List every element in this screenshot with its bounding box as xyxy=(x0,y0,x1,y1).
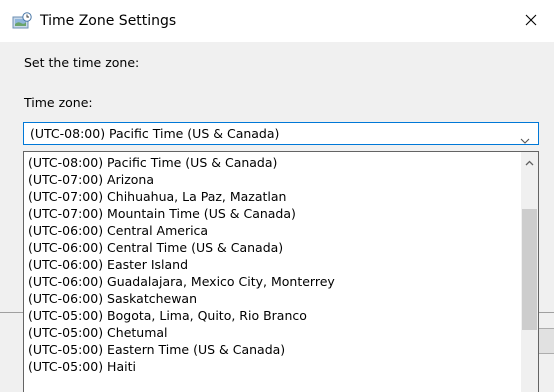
chevron-down-icon xyxy=(520,130,530,144)
timezone-option[interactable]: (UTC-06:00) Saskatchewan xyxy=(28,290,197,307)
timezone-selected-value: (UTC-08:00) Pacific Time (US & Canada) xyxy=(30,126,280,141)
window-title: Time Zone Settings xyxy=(40,13,177,29)
timezone-dropdown[interactable]: (UTC-08:00) Pacific Time (US & Canada) xyxy=(23,122,539,145)
timezone-option[interactable]: (UTC-05:00) Bogota, Lima, Quito, Rio Bra… xyxy=(28,307,307,324)
close-button[interactable] xyxy=(508,0,554,40)
globe-clock-icon xyxy=(12,12,32,30)
instruction-text: Set the time zone: xyxy=(24,55,140,70)
underlying-separator xyxy=(0,312,24,313)
timezone-label: Time zone: xyxy=(24,95,93,110)
timezone-option[interactable]: (UTC-08:00) Pacific Time (US & Canada) xyxy=(28,154,277,171)
timezone-option[interactable]: (UTC-06:00) Easter Island xyxy=(28,256,188,273)
timezone-option[interactable]: (UTC-07:00) Arizona xyxy=(28,171,154,188)
timezone-option[interactable]: (UTC-05:00) Haiti xyxy=(28,358,136,375)
title-bar: Time Zone Settings xyxy=(0,0,554,42)
timezone-option[interactable]: (UTC-05:00) Chetumal xyxy=(28,324,168,341)
timezone-option[interactable]: (UTC-06:00) Guadalajara, Mexico City, Mo… xyxy=(28,273,335,290)
options-scrollbar[interactable] xyxy=(521,152,538,392)
chevron-up-icon xyxy=(525,152,534,170)
close-icon xyxy=(525,11,537,30)
timezone-option[interactable]: (UTC-07:00) Mountain Time (US & Canada) xyxy=(28,205,296,222)
timezone-option[interactable]: (UTC-06:00) Central Time (US & Canada) xyxy=(28,239,283,256)
scroll-thumb[interactable] xyxy=(522,209,537,330)
timezone-option[interactable]: (UTC-05:00) Eastern Time (US & Canada) xyxy=(28,341,285,358)
timezone-options-list[interactable]: (UTC-08:00) Pacific Time (US & Canada) (… xyxy=(23,151,539,392)
timezone-option[interactable]: (UTC-07:00) Chihuahua, La Paz, Mazatlan xyxy=(28,188,286,205)
time-zone-settings-window: Time Zone Settings Set the time zone: Ti… xyxy=(0,0,554,392)
scroll-up-button[interactable] xyxy=(521,152,538,169)
timezone-option[interactable]: (UTC-06:00) Central America xyxy=(28,222,208,239)
